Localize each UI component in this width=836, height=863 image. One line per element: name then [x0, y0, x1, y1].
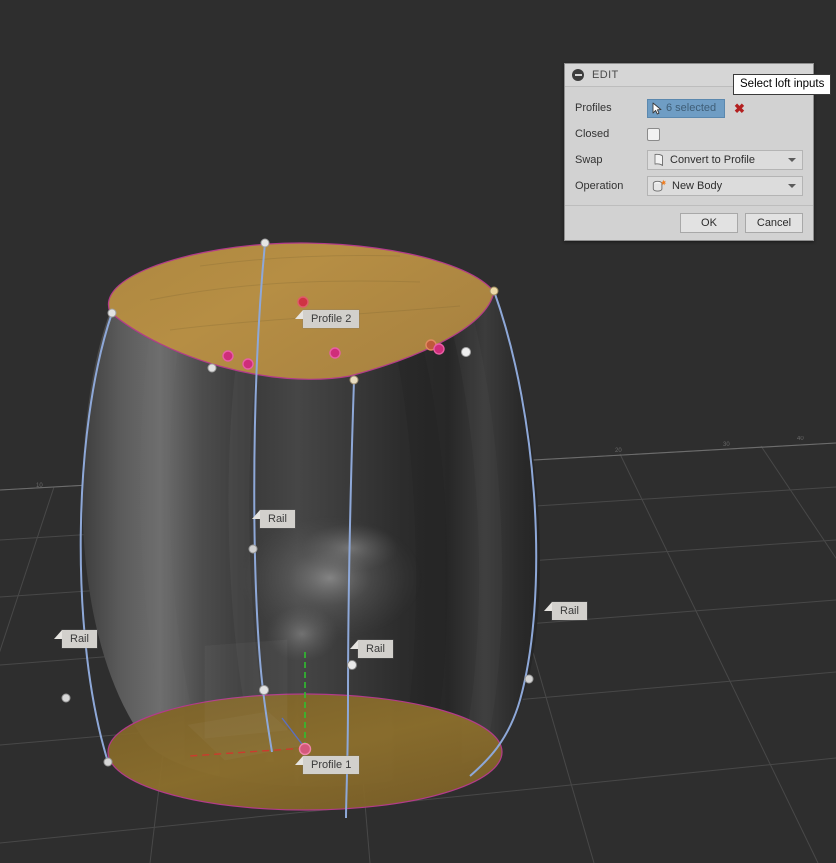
- closed-control: [647, 127, 803, 141]
- closed-checkbox[interactable]: [647, 127, 660, 141]
- ok-button[interactable]: OK: [680, 213, 738, 233]
- chevron-down-icon[interactable]: [788, 158, 796, 162]
- callout-rail-mid[interactable]: Rail: [252, 510, 295, 528]
- operation-value: New Body: [672, 180, 723, 192]
- profiles-label: Profiles: [575, 102, 612, 114]
- field-row-swap: Swap Convert to Profile: [565, 147, 813, 173]
- dialog-footer: OK Cancel: [565, 205, 813, 240]
- tooltip-text: Select loft inputs: [740, 78, 825, 90]
- cursor-arrow-icon: [652, 102, 663, 115]
- profiles-selection-box[interactable]: 6 selected: [647, 98, 725, 118]
- profiles-selection-count: 6 selected: [666, 102, 717, 114]
- swap-label: Swap: [575, 154, 603, 166]
- svg-text:20: 20: [615, 448, 622, 454]
- swap-value: Convert to Profile: [670, 154, 755, 166]
- operation-control: New Body: [647, 176, 803, 196]
- svg-text:40: 40: [797, 436, 804, 442]
- callout-label: Rail: [70, 633, 89, 645]
- callout-label: Rail: [366, 643, 385, 655]
- operation-label: Operation: [575, 180, 624, 192]
- field-row-profiles: Profiles 6 selected ✖: [565, 95, 813, 121]
- callout-label: Profile 1: [311, 759, 352, 771]
- callout-profile-2[interactable]: Profile 2: [294, 310, 360, 328]
- swap-control: Convert to Profile: [647, 150, 803, 170]
- operation-dropdown[interactable]: New Body: [647, 176, 803, 196]
- callout-profile-1[interactable]: Profile 1: [294, 756, 360, 774]
- chevron-down-icon[interactable]: [788, 184, 796, 188]
- closed-label: Closed: [575, 128, 610, 140]
- profiles-control: 6 selected ✖: [647, 98, 803, 118]
- red-x-icon[interactable]: ✖: [734, 102, 745, 115]
- callout-rail-right[interactable]: Rail: [544, 602, 587, 620]
- collapse-icon[interactable]: [572, 69, 584, 81]
- field-row-operation: Operation New Body: [565, 173, 813, 199]
- cancel-button[interactable]: Cancel: [745, 213, 803, 233]
- callout-label: Rail: [268, 513, 287, 525]
- svg-text:10: 10: [36, 483, 43, 489]
- field-row-closed: Closed: [565, 121, 813, 147]
- tooltip-select-loft-inputs: Select loft inputs: [733, 74, 832, 95]
- callout-label: Rail: [560, 605, 579, 617]
- callout-label: Profile 2: [311, 313, 352, 325]
- callout-rail-inner[interactable]: Rail: [350, 640, 393, 658]
- dialog-body: Profiles 6 selected ✖ Closed Swap Conver…: [565, 87, 813, 205]
- callout-rail-left[interactable]: Rail: [54, 630, 97, 648]
- swap-dropdown[interactable]: Convert to Profile: [647, 150, 803, 170]
- dialog-title: EDIT: [592, 69, 619, 81]
- profile-surface-icon: [652, 153, 665, 167]
- svg-text:30: 30: [723, 442, 730, 448]
- new-body-icon: [652, 179, 667, 193]
